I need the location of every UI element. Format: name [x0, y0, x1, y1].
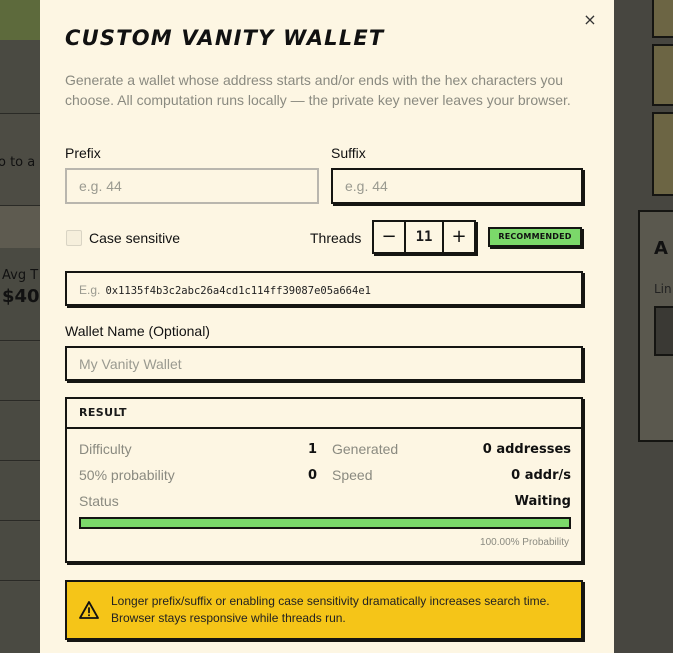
- background-snippet: o to a: [0, 155, 36, 170]
- difficulty-value: 1: [307, 442, 317, 457]
- wallet-name-input[interactable]: [65, 346, 583, 381]
- threads-stepper: − 11 +: [372, 220, 476, 254]
- probability-progress-bar: [79, 517, 571, 529]
- threads-value: 11: [404, 222, 444, 252]
- suffix-input[interactable]: [331, 168, 583, 204]
- background-row: [0, 205, 40, 248]
- warning-triangle-icon: [79, 601, 99, 619]
- background-tile: [652, 0, 673, 38]
- background-divider: [0, 580, 40, 582]
- background-tile: [652, 112, 673, 196]
- speed-label: Speed: [332, 467, 373, 483]
- vanity-wallet-modal: × Custom Vanity Wallet Generate a wallet…: [40, 0, 614, 653]
- result-panel: RESULT Difficulty 1 Generated 0 addresse…: [65, 397, 583, 563]
- case-sensitive-checkbox[interactable]: [66, 230, 82, 246]
- recommended-button[interactable]: RECOMMENDED: [488, 227, 582, 247]
- probability-progress-fill: [81, 519, 569, 527]
- status-label: Status: [79, 493, 119, 509]
- background-card-field: [654, 306, 673, 356]
- background-tile: [652, 44, 673, 106]
- background-card-label: Lin: [654, 282, 672, 296]
- probability50-label: 50% probability: [79, 467, 175, 483]
- difficulty-label: Difficulty: [79, 441, 132, 457]
- suffix-label: Suffix: [331, 145, 366, 161]
- threads-decrement-button[interactable]: −: [374, 222, 404, 252]
- wallet-name-label: Wallet Name (Optional): [65, 323, 210, 339]
- threads-label: Threads: [310, 230, 362, 246]
- case-sensitive-label: Case sensitive: [89, 230, 181, 246]
- probability50-value: 0: [307, 468, 317, 483]
- prefix-input[interactable]: [65, 168, 319, 204]
- example-address: E.g. 0x1135f4b3c2abc26a4cd1c114ff39087e0…: [65, 271, 583, 306]
- warning-banner: Longer prefix/suffix or enabling case se…: [65, 580, 583, 640]
- background-divider: [0, 460, 40, 462]
- example-prefix: E.g.: [79, 283, 101, 297]
- background-divider: [0, 520, 40, 522]
- generated-value: 0 addresses: [482, 442, 571, 457]
- threads-increment-button[interactable]: +: [444, 222, 474, 252]
- background-card-title: A: [654, 238, 668, 259]
- background-avg-value: $40: [2, 286, 40, 307]
- background-divider: [0, 400, 40, 402]
- speed-value: 0 addr/s: [511, 468, 571, 483]
- status-value: Waiting: [514, 494, 571, 509]
- example-address-value: 0x1135f4b3c2abc26a4cd1c114ff39087e05a664…: [105, 285, 371, 297]
- close-icon[interactable]: ×: [580, 10, 600, 30]
- result-heading: RESULT: [67, 399, 581, 429]
- background-left-panel: [0, 0, 40, 653]
- modal-description: Generate a wallet whose address starts a…: [65, 72, 571, 108]
- probability-text: 100.00% Probability: [480, 537, 569, 548]
- modal-title: Custom Vanity Wallet: [65, 26, 385, 50]
- background-green-chip: [0, 0, 40, 40]
- prefix-label: Prefix: [65, 145, 101, 161]
- generated-label: Generated: [332, 441, 399, 457]
- warning-text: Longer prefix/suffix or enabling case se…: [111, 594, 550, 625]
- background-avg-label: Avg T: [2, 268, 39, 283]
- background-divider: [0, 340, 40, 342]
